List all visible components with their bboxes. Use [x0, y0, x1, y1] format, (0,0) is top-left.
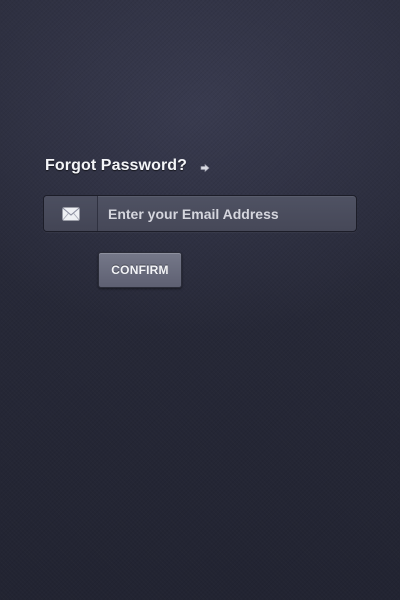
confirm-button[interactable]: CONFIRM	[98, 252, 182, 288]
envelope-icon	[61, 207, 80, 221]
arrow-right-icon	[199, 161, 211, 173]
email-icon-box	[44, 196, 98, 231]
forgot-password-heading: Forgot Password?	[45, 157, 211, 175]
email-input[interactable]	[98, 196, 356, 231]
page-title: Forgot Password?	[45, 157, 188, 174]
email-field	[43, 195, 357, 232]
